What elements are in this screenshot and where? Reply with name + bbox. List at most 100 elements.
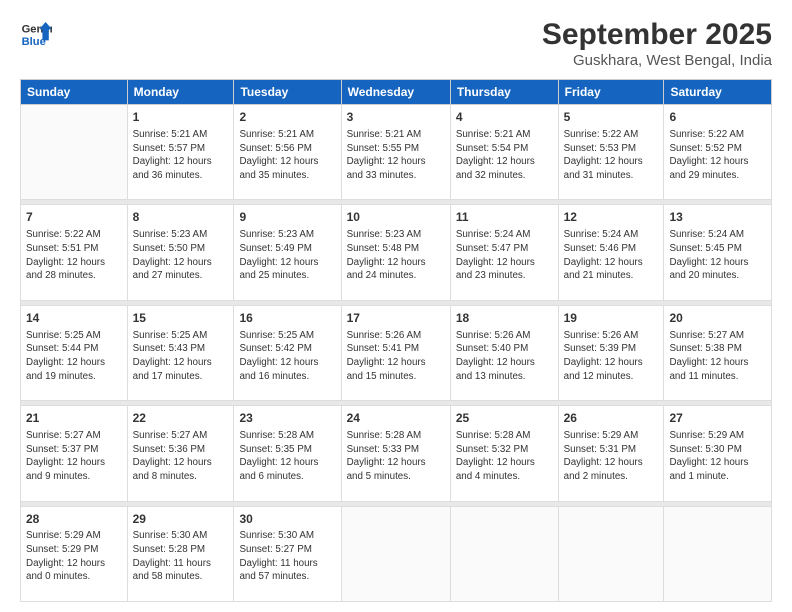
day-info: Sunrise: 5:29 AM Sunset: 5:29 PM Dayligh…: [26, 529, 122, 584]
day-info: Sunrise: 5:21 AM Sunset: 5:54 PM Dayligh…: [456, 128, 553, 183]
table-row: [21, 105, 128, 200]
day-info: Sunrise: 5:21 AM Sunset: 5:56 PM Dayligh…: [239, 128, 335, 183]
day-info: Sunrise: 5:29 AM Sunset: 5:30 PM Dayligh…: [669, 429, 766, 484]
day-number: 3: [347, 109, 445, 126]
col-friday: Friday: [558, 80, 664, 105]
day-number: 20: [669, 310, 766, 327]
table-row: 23 Sunrise: 5:28 AM Sunset: 5:35 PM Dayli…: [234, 406, 341, 501]
day-info: Sunrise: 5:25 AM Sunset: 5:42 PM Dayligh…: [239, 329, 335, 384]
day-number: 17: [347, 310, 445, 327]
day-info: Sunrise: 5:28 AM Sunset: 5:32 PM Dayligh…: [456, 429, 553, 484]
table-row: 26 Sunrise: 5:29 AM Sunset: 5:31 PM Dayli…: [558, 406, 664, 501]
day-number: 27: [669, 410, 766, 427]
day-info: Sunrise: 5:22 AM Sunset: 5:51 PM Dayligh…: [26, 228, 122, 283]
table-row: 22Sunrise: 5:27 AM Sunset: 5:36 PM Dayli…: [127, 406, 234, 501]
day-number: 15: [133, 310, 229, 327]
col-monday: Monday: [127, 80, 234, 105]
table-row: [450, 506, 558, 601]
day-info: Sunrise: 5:25 AM Sunset: 5:44 PM Dayligh…: [26, 329, 122, 384]
day-number: 4: [456, 109, 553, 126]
header: General Blue September 2025 Guskhara, We…: [20, 18, 772, 69]
day-info: Sunrise: 5:28 AM Sunset: 5:35 PM Dayligh…: [239, 429, 335, 484]
day-info: Sunrise: 5:26 AM Sunset: 5:41 PM Dayligh…: [347, 329, 445, 384]
table-row: 29Sunrise: 5:30 AM Sunset: 5:28 PM Dayli…: [127, 506, 234, 601]
day-number: 10: [347, 209, 445, 226]
day-number: 24: [347, 410, 445, 427]
day-info: Sunrise: 5:23 AM Sunset: 5:50 PM Dayligh…: [133, 228, 229, 283]
day-number: 5: [564, 109, 659, 126]
day-number: 2: [239, 109, 335, 126]
location: Guskhara, West Bengal, India: [542, 52, 772, 69]
table-row: 28Sunrise: 5:29 AM Sunset: 5:29 PM Dayli…: [21, 506, 128, 601]
col-sunday: Sunday: [21, 80, 128, 105]
day-number: 21: [26, 410, 122, 427]
table-row: 5 Sunrise: 5:22 AM Sunset: 5:53 PM Daylig…: [558, 105, 664, 200]
table-row: 2 Sunrise: 5:21 AM Sunset: 5:56 PM Daylig…: [234, 105, 341, 200]
day-info: Sunrise: 5:26 AM Sunset: 5:40 PM Dayligh…: [456, 329, 553, 384]
calendar-week-row: 21 Sunrise: 5:27 AM Sunset: 5:37 PM Dayli…: [21, 406, 772, 501]
table-row: 1Sunrise: 5:21 AM Sunset: 5:57 PM Daylig…: [127, 105, 234, 200]
table-row: 14Sunrise: 5:25 AM Sunset: 5:44 PM Dayli…: [21, 305, 128, 400]
table-row: 25 Sunrise: 5:28 AM Sunset: 5:32 PM Dayli…: [450, 406, 558, 501]
table-row: 18Sunrise: 5:26 AM Sunset: 5:40 PM Dayli…: [450, 305, 558, 400]
table-row: 16 Sunrise: 5:25 AM Sunset: 5:42 PM Dayli…: [234, 305, 341, 400]
col-wednesday: Wednesday: [341, 80, 450, 105]
day-number: 12: [564, 209, 659, 226]
day-info: Sunrise: 5:22 AM Sunset: 5:53 PM Dayligh…: [564, 128, 659, 183]
table-row: [341, 506, 450, 601]
table-row: 11 Sunrise: 5:24 AM Sunset: 5:47 PM Dayli…: [450, 205, 558, 300]
day-number: 9: [239, 209, 335, 226]
table-row: 17 Sunrise: 5:26 AM Sunset: 5:41 PM Dayli…: [341, 305, 450, 400]
table-row: 3Sunrise: 5:21 AM Sunset: 5:55 PM Daylig…: [341, 105, 450, 200]
table-row: 7Sunrise: 5:22 AM Sunset: 5:51 PM Daylig…: [21, 205, 128, 300]
table-row: 6Sunrise: 5:22 AM Sunset: 5:52 PM Daylig…: [664, 105, 772, 200]
svg-text:Blue: Blue: [22, 36, 46, 48]
day-info: Sunrise: 5:23 AM Sunset: 5:49 PM Dayligh…: [239, 228, 335, 283]
logo: General Blue: [20, 18, 52, 50]
day-info: Sunrise: 5:27 AM Sunset: 5:37 PM Dayligh…: [26, 429, 122, 484]
col-thursday: Thursday: [450, 80, 558, 105]
day-info: Sunrise: 5:24 AM Sunset: 5:47 PM Dayligh…: [456, 228, 553, 283]
day-number: 8: [133, 209, 229, 226]
day-info: Sunrise: 5:29 AM Sunset: 5:31 PM Dayligh…: [564, 429, 659, 484]
calendar-header-row: Sunday Monday Tuesday Wednesday Thursday…: [21, 80, 772, 105]
table-row: 8 Sunrise: 5:23 AM Sunset: 5:50 PM Daylig…: [127, 205, 234, 300]
table-row: 21 Sunrise: 5:27 AM Sunset: 5:37 PM Dayli…: [21, 406, 128, 501]
table-row: 10Sunrise: 5:23 AM Sunset: 5:48 PM Dayli…: [341, 205, 450, 300]
table-row: 13 Sunrise: 5:24 AM Sunset: 5:45 PM Dayli…: [664, 205, 772, 300]
day-number: 25: [456, 410, 553, 427]
table-row: 27 Sunrise: 5:29 AM Sunset: 5:30 PM Dayli…: [664, 406, 772, 501]
day-info: Sunrise: 5:25 AM Sunset: 5:43 PM Dayligh…: [133, 329, 229, 384]
day-number: 29: [133, 511, 229, 528]
day-number: 11: [456, 209, 553, 226]
day-number: 19: [564, 310, 659, 327]
calendar-week-row: 28Sunrise: 5:29 AM Sunset: 5:29 PM Dayli…: [21, 506, 772, 601]
table-row: 30Sunrise: 5:30 AM Sunset: 5:27 PM Dayli…: [234, 506, 341, 601]
day-number: 16: [239, 310, 335, 327]
day-number: 30: [239, 511, 335, 528]
calendar-week-row: 7Sunrise: 5:22 AM Sunset: 5:51 PM Daylig…: [21, 205, 772, 300]
calendar: Sunday Monday Tuesday Wednesday Thursday…: [20, 79, 772, 602]
day-number: 1: [133, 109, 229, 126]
page: General Blue September 2025 Guskhara, We…: [0, 0, 792, 612]
day-info: Sunrise: 5:24 AM Sunset: 5:45 PM Dayligh…: [669, 228, 766, 283]
day-number: 6: [669, 109, 766, 126]
calendar-week-row: 14Sunrise: 5:25 AM Sunset: 5:44 PM Dayli…: [21, 305, 772, 400]
table-row: 12 Sunrise: 5:24 AM Sunset: 5:46 PM Dayli…: [558, 205, 664, 300]
day-info: Sunrise: 5:24 AM Sunset: 5:46 PM Dayligh…: [564, 228, 659, 283]
calendar-week-row: 1Sunrise: 5:21 AM Sunset: 5:57 PM Daylig…: [21, 105, 772, 200]
day-info: Sunrise: 5:27 AM Sunset: 5:36 PM Dayligh…: [133, 429, 229, 484]
table-row: 24 Sunrise: 5:28 AM Sunset: 5:33 PM Dayli…: [341, 406, 450, 501]
table-row: [664, 506, 772, 601]
table-row: 15 Sunrise: 5:25 AM Sunset: 5:43 PM Dayli…: [127, 305, 234, 400]
table-row: 9 Sunrise: 5:23 AM Sunset: 5:49 PM Daylig…: [234, 205, 341, 300]
day-number: 23: [239, 410, 335, 427]
title-block: September 2025 Guskhara, West Bengal, In…: [542, 18, 772, 69]
day-number: 26: [564, 410, 659, 427]
day-info: Sunrise: 5:26 AM Sunset: 5:39 PM Dayligh…: [564, 329, 659, 384]
day-info: Sunrise: 5:28 AM Sunset: 5:33 PM Dayligh…: [347, 429, 445, 484]
day-number: 13: [669, 209, 766, 226]
logo-icon: General Blue: [20, 18, 52, 50]
col-tuesday: Tuesday: [234, 80, 341, 105]
day-info: Sunrise: 5:27 AM Sunset: 5:38 PM Dayligh…: [669, 329, 766, 384]
